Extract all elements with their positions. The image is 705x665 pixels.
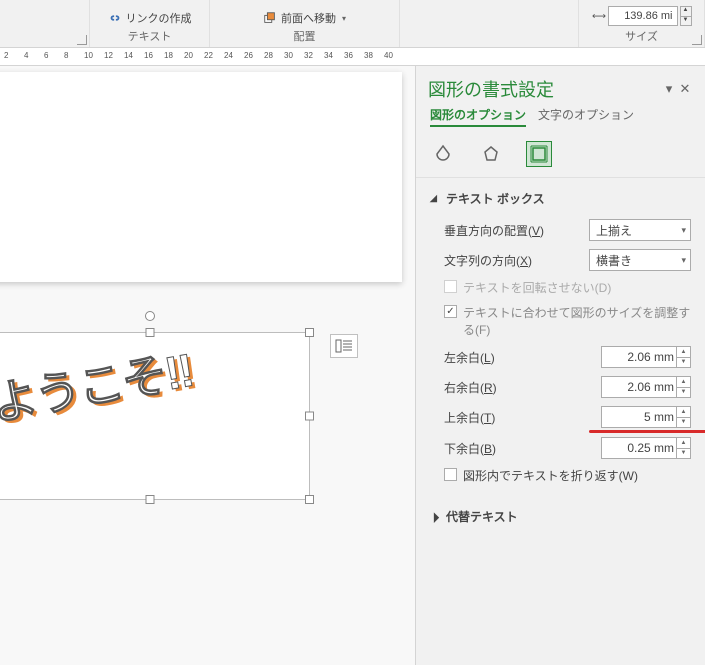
- ruler-tick: 6: [44, 51, 48, 60]
- ruler-tick: 20: [184, 51, 193, 60]
- annotation-underline: [589, 430, 705, 433]
- ruler-tick: 22: [204, 51, 213, 60]
- link-create-label: リンクの作成: [126, 10, 192, 26]
- width-input[interactable]: 139.86 mi: [608, 6, 678, 26]
- tab-shape-options[interactable]: 図形のオプション: [430, 106, 526, 127]
- spin-up[interactable]: ▲: [676, 377, 690, 388]
- wrap-text-checkbox[interactable]: [444, 468, 457, 481]
- top-margin-input[interactable]: 5 mm ▲▼: [601, 406, 691, 428]
- wrap-text-checkbox-row[interactable]: 図形内でテキストを折り返す(W): [444, 463, 691, 488]
- resize-handle-s[interactable]: [146, 495, 155, 504]
- alt-text-section-title: 代替テキスト: [446, 508, 518, 525]
- rotate-handle[interactable]: [145, 311, 155, 321]
- bottom-margin-input[interactable]: 0.25 mm ▲▼: [601, 437, 691, 459]
- ruler-tick: 16: [144, 51, 153, 60]
- spin-up[interactable]: ▲: [676, 407, 690, 418]
- ruler-tick: 30: [284, 51, 293, 60]
- ruler-tick: 8: [64, 51, 68, 60]
- caret-right-icon: ◢: [428, 509, 443, 524]
- resize-handle-se[interactable]: [305, 495, 314, 504]
- ruler-tick: 24: [224, 51, 233, 60]
- width-icon: [592, 9, 606, 23]
- top-margin-label: 上余白(T): [444, 409, 595, 426]
- resize-handle-ne[interactable]: [305, 328, 314, 337]
- size-dialog-launcher-icon[interactable]: [692, 35, 702, 45]
- ribbon: リンクの作成 テキスト 前面へ移動 ▾ 配置 139.86 mi ▲ ▼ サイズ: [0, 0, 705, 48]
- ruler-tick: 2: [4, 51, 8, 60]
- textbox-section: ◢ テキスト ボックス 垂直方向の配置(V) 上揃え 文字列の方向(X) 横書き: [416, 178, 705, 496]
- right-margin-label: 右余白(R): [444, 379, 595, 396]
- left-margin-input[interactable]: 2.06 mm ▲▼: [601, 346, 691, 368]
- spin-down[interactable]: ▼: [676, 418, 690, 428]
- vertical-align-label: 垂直方向の配置(V): [444, 222, 583, 239]
- spin-up[interactable]: ▲: [676, 347, 690, 358]
- left-margin-label: 左余白(L): [444, 349, 595, 366]
- pane-close-button[interactable]: ✕: [677, 81, 693, 97]
- autofit-checkbox-row[interactable]: ✓ テキストに合わせて図形のサイズを調整する(F): [444, 300, 691, 342]
- layout-properties-icon[interactable]: [526, 141, 552, 167]
- ribbon-group-size-label: サイズ: [625, 26, 658, 47]
- resize-handle-n[interactable]: [146, 328, 155, 337]
- fill-line-icon[interactable]: [430, 141, 456, 167]
- ribbon-group-spacer: [400, 0, 579, 47]
- width-spin-up[interactable]: ▲: [681, 7, 691, 17]
- bottom-margin-label: 下余白(B): [444, 440, 595, 457]
- ruler-tick: 36: [344, 51, 353, 60]
- spin-up[interactable]: ▲: [676, 438, 690, 449]
- no-rotate-checkbox: [444, 280, 457, 293]
- textbox-section-title: テキスト ボックス: [446, 190, 545, 207]
- spin-down[interactable]: ▼: [676, 358, 690, 368]
- caret-down-icon: ◢: [430, 193, 440, 204]
- layout-options-button[interactable]: [330, 334, 358, 358]
- ribbon-group-unknown-left: [0, 0, 90, 47]
- pane-title: 図形の書式設定: [428, 76, 661, 102]
- no-rotate-checkbox-row: テキストを回転させない(D): [444, 275, 691, 300]
- ruler-tick: 28: [264, 51, 273, 60]
- pane-menu-button[interactable]: ▾: [661, 81, 677, 97]
- ribbon-group-text: リンクの作成 テキスト: [90, 0, 210, 47]
- ruler-tick: 40: [384, 51, 393, 60]
- page: [0, 72, 402, 282]
- dialog-launcher-icon[interactable]: [77, 35, 87, 45]
- ruler-tick: 4: [24, 51, 28, 60]
- ruler-tick: 38: [364, 51, 373, 60]
- ruler-tick: 14: [124, 51, 133, 60]
- alt-text-section: ◢ 代替テキスト: [416, 496, 705, 533]
- horizontal-ruler: // ticks rendered after data load below …: [0, 48, 705, 66]
- ribbon-group-arrange-label: 配置: [294, 26, 316, 47]
- layout-options-icon: [335, 339, 353, 353]
- workspace: ようこそ!! 図形の書式設定 ▾ ✕ 図形のオプション 文字のオプション: [0, 66, 705, 665]
- ruler-tick: 18: [164, 51, 173, 60]
- width-spin-down[interactable]: ▼: [681, 17, 691, 26]
- ruler-tick: 32: [304, 51, 313, 60]
- ruler-tick: 34: [324, 51, 333, 60]
- right-margin-input[interactable]: 2.06 mm ▲▼: [601, 376, 691, 398]
- resize-handle-e[interactable]: [305, 412, 314, 421]
- vertical-align-dropdown[interactable]: 上揃え: [589, 219, 691, 241]
- ribbon-group-size: 139.86 mi ▲ ▼ サイズ: [579, 0, 705, 47]
- tab-text-options[interactable]: 文字のオプション: [538, 106, 634, 127]
- document-area[interactable]: ようこそ!!: [0, 66, 415, 665]
- effects-icon[interactable]: [478, 141, 504, 167]
- bring-forward-button[interactable]: 前面へ移動 ▾: [263, 10, 346, 26]
- ruler-tick: 10: [84, 51, 93, 60]
- spin-down[interactable]: ▼: [676, 449, 690, 459]
- spin-down[interactable]: ▼: [676, 388, 690, 398]
- ribbon-group-arrange: 前面へ移動 ▾ 配置: [210, 0, 400, 47]
- ruler-tick: 26: [244, 51, 253, 60]
- alt-text-section-header[interactable]: ◢ 代替テキスト: [430, 504, 691, 529]
- textbox-section-header[interactable]: ◢ テキスト ボックス: [430, 186, 691, 211]
- link-create-button[interactable]: リンクの作成: [108, 10, 192, 26]
- autofit-checkbox[interactable]: ✓: [444, 305, 457, 318]
- format-shape-pane: 図形の書式設定 ▾ ✕ 図形のオプション 文字のオプション ◢ テキスト ボック…: [415, 66, 705, 665]
- text-direction-label: 文字列の方向(X): [444, 252, 583, 269]
- bring-forward-label: 前面へ移動: [281, 10, 336, 26]
- ribbon-group-text-label: テキスト: [128, 26, 172, 47]
- text-direction-dropdown[interactable]: 横書き: [589, 249, 691, 271]
- ruler-tick: 12: [104, 51, 113, 60]
